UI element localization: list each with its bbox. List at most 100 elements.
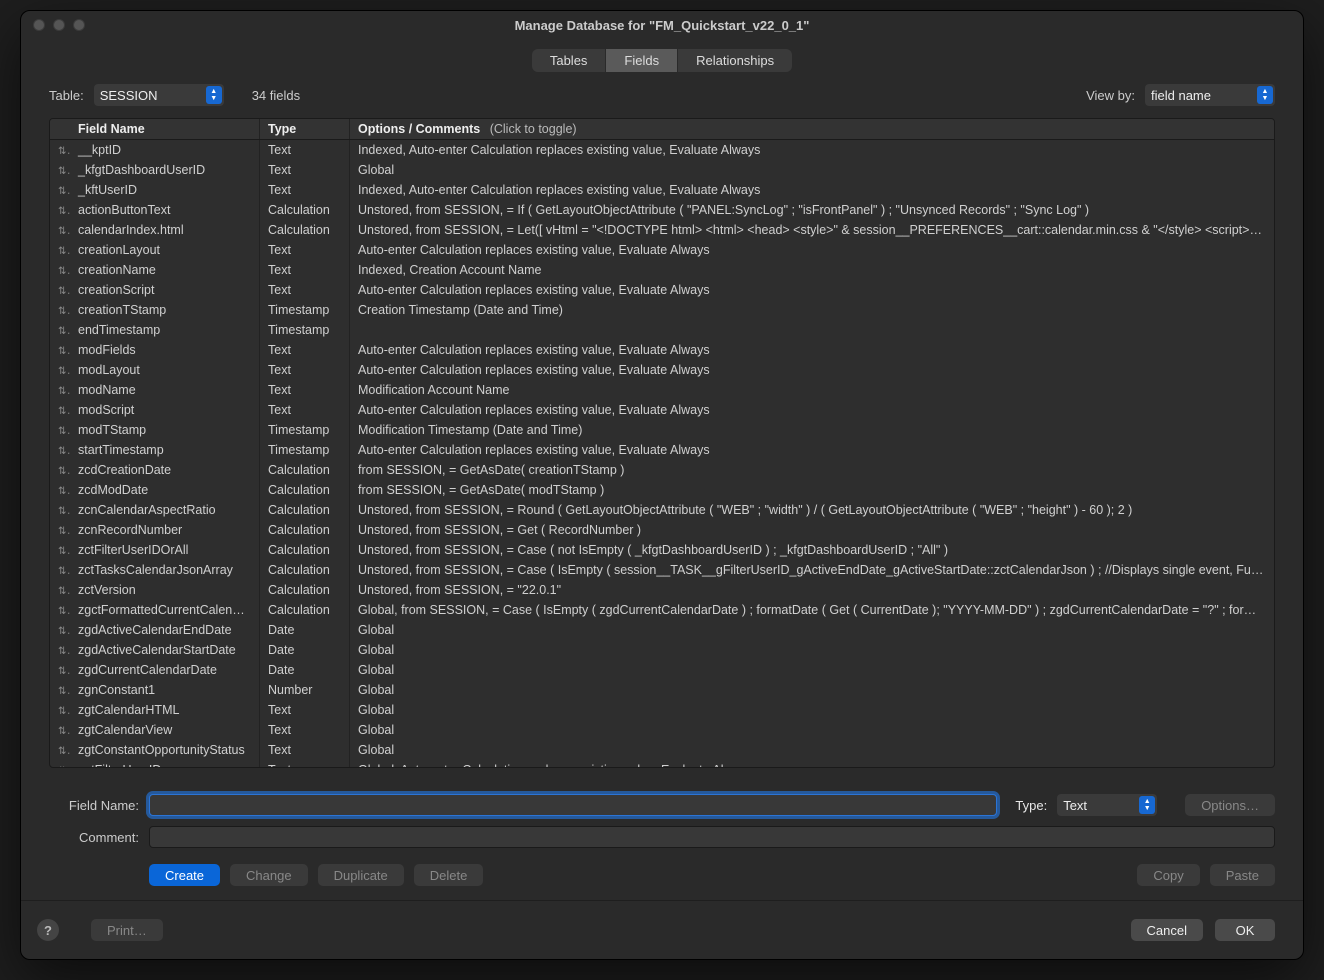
table-row[interactable]: ⇅creationNameTextIndexed, Creation Accou… bbox=[50, 260, 1274, 280]
table-row[interactable]: ⇅creationScriptTextAuto-enter Calculatio… bbox=[50, 280, 1274, 300]
field-type-cell: Text bbox=[260, 140, 350, 160]
table-row[interactable]: ⇅zgnConstant1NumberGlobal bbox=[50, 680, 1274, 700]
create-button[interactable]: Create bbox=[149, 864, 220, 886]
drag-handle-icon[interactable]: ⇅ bbox=[50, 260, 70, 280]
table-row[interactable]: ⇅zgtCalendarViewTextGlobal bbox=[50, 720, 1274, 740]
field-type-cell: Text bbox=[260, 400, 350, 420]
drag-handle-icon[interactable]: ⇅ bbox=[50, 320, 70, 340]
table-row[interactable]: ⇅zctFilterUserIDOrAllCalculationUnstored… bbox=[50, 540, 1274, 560]
ok-button[interactable]: OK bbox=[1215, 919, 1275, 941]
drag-handle-icon[interactable]: ⇅ bbox=[50, 520, 70, 540]
table-row[interactable]: ⇅actionButtonTextCalculationUnstored, fr… bbox=[50, 200, 1274, 220]
drag-handle-icon[interactable]: ⇅ bbox=[50, 300, 70, 320]
table-row[interactable]: ⇅zgctFormattedCurrentCalendar…Calculatio… bbox=[50, 600, 1274, 620]
paste-button[interactable]: Paste bbox=[1210, 864, 1275, 886]
table-row[interactable]: ⇅zcnRecordNumberCalculationUnstored, fro… bbox=[50, 520, 1274, 540]
table-row[interactable]: ⇅modFieldsTextAuto-enter Calculation rep… bbox=[50, 340, 1274, 360]
field-type-cell: Text bbox=[260, 360, 350, 380]
table-row[interactable]: ⇅modScriptTextAuto-enter Calculation rep… bbox=[50, 400, 1274, 420]
drag-handle-icon[interactable]: ⇅ bbox=[50, 760, 70, 767]
field-name-input[interactable] bbox=[149, 794, 997, 816]
field-type-cell: Text bbox=[260, 260, 350, 280]
column-header-name[interactable]: Field Name bbox=[70, 119, 260, 139]
table-row[interactable]: ⇅_kfgtDashboardUserIDTextGlobal bbox=[50, 160, 1274, 180]
drag-handle-icon[interactable]: ⇅ bbox=[50, 660, 70, 680]
table-row[interactable]: ⇅zctTasksCalendarJsonArrayCalculationUns… bbox=[50, 560, 1274, 580]
action-button-row: Create Change Duplicate Delete Copy Past… bbox=[21, 858, 1303, 892]
drag-handle-icon[interactable]: ⇅ bbox=[50, 220, 70, 240]
table-row[interactable]: ⇅modNameTextModification Account Name bbox=[50, 380, 1274, 400]
drag-handle-icon[interactable]: ⇅ bbox=[50, 480, 70, 500]
tab-tables[interactable]: Tables bbox=[532, 49, 607, 72]
comment-input[interactable] bbox=[149, 826, 1275, 848]
table-row[interactable]: ⇅zcdModDateCalculationfrom SESSION, = Ge… bbox=[50, 480, 1274, 500]
table-row[interactable]: ⇅zctVersionCalculationUnstored, from SES… bbox=[50, 580, 1274, 600]
table-select[interactable]: SESSION ▲▼ bbox=[94, 84, 224, 106]
column-header-type[interactable]: Type bbox=[260, 119, 350, 139]
field-options-cell: Global, from SESSION, = Case ( IsEmpty (… bbox=[350, 600, 1274, 620]
view-by-select[interactable]: field name ▲▼ bbox=[1145, 84, 1275, 106]
print-button[interactable]: Print… bbox=[91, 919, 163, 941]
type-select[interactable]: Text ▲▼ bbox=[1057, 794, 1157, 816]
drag-handle-icon[interactable]: ⇅ bbox=[50, 740, 70, 760]
copy-button[interactable]: Copy bbox=[1137, 864, 1199, 886]
drag-handle-icon[interactable]: ⇅ bbox=[50, 420, 70, 440]
table-row[interactable]: ⇅modLayoutTextAuto-enter Calculation rep… bbox=[50, 360, 1274, 380]
drag-handle-icon[interactable]: ⇅ bbox=[50, 640, 70, 660]
table-row[interactable]: ⇅startTimestampTimestampAuto-enter Calcu… bbox=[50, 440, 1274, 460]
drag-handle-icon[interactable]: ⇅ bbox=[50, 440, 70, 460]
drag-handle-icon[interactable]: ⇅ bbox=[50, 280, 70, 300]
field-options-cell: Auto-enter Calculation replaces existing… bbox=[350, 340, 1274, 360]
table-row[interactable]: ⇅_kftUserIDTextIndexed, Auto-enter Calcu… bbox=[50, 180, 1274, 200]
change-button[interactable]: Change bbox=[230, 864, 308, 886]
cancel-button[interactable]: Cancel bbox=[1131, 919, 1203, 941]
drag-handle-icon[interactable]: ⇅ bbox=[50, 360, 70, 380]
drag-handle-icon[interactable]: ⇅ bbox=[50, 680, 70, 700]
drag-handle-icon[interactable]: ⇅ bbox=[50, 240, 70, 260]
drag-handle-icon[interactable]: ⇅ bbox=[50, 380, 70, 400]
table-row[interactable]: ⇅zcnCalendarAspectRatioCalculationUnstor… bbox=[50, 500, 1274, 520]
field-name-cell: __kptID bbox=[70, 140, 260, 160]
table-row[interactable]: ⇅calendarIndex.htmlCalculationUnstored, … bbox=[50, 220, 1274, 240]
drag-handle-icon[interactable]: ⇅ bbox=[50, 600, 70, 620]
table-row[interactable]: ⇅zgdCurrentCalendarDateDateGlobal bbox=[50, 660, 1274, 680]
drag-handle-icon[interactable]: ⇅ bbox=[50, 200, 70, 220]
field-options-cell: Global, Auto-enter Calculation replaces … bbox=[350, 760, 1274, 767]
delete-button[interactable]: Delete bbox=[414, 864, 484, 886]
drag-handle-icon[interactable]: ⇅ bbox=[50, 400, 70, 420]
table-row[interactable]: ⇅zcdCreationDateCalculationfrom SESSION,… bbox=[50, 460, 1274, 480]
drag-handle-icon[interactable]: ⇅ bbox=[50, 580, 70, 600]
drag-handle-icon[interactable]: ⇅ bbox=[50, 140, 70, 160]
table-row[interactable]: ⇅creationTStampTimestampCreation Timesta… bbox=[50, 300, 1274, 320]
drag-handle-icon[interactable]: ⇅ bbox=[50, 720, 70, 740]
drag-handle-icon[interactable]: ⇅ bbox=[50, 180, 70, 200]
help-icon[interactable]: ? bbox=[37, 919, 59, 941]
field-type-cell: Calculation bbox=[260, 580, 350, 600]
tab-fields[interactable]: Fields bbox=[606, 49, 678, 72]
table-row[interactable]: ⇅zgtCalendarHTMLTextGlobal bbox=[50, 700, 1274, 720]
table-row[interactable]: ⇅__kptIDTextIndexed, Auto-enter Calculat… bbox=[50, 140, 1274, 160]
drag-handle-icon[interactable]: ⇅ bbox=[50, 460, 70, 480]
table-row[interactable]: ⇅zgtConstantOpportunityStatusTextGlobal bbox=[50, 740, 1274, 760]
drag-handle-icon[interactable]: ⇅ bbox=[50, 500, 70, 520]
duplicate-button[interactable]: Duplicate bbox=[318, 864, 404, 886]
field-name-cell: zcdCreationDate bbox=[70, 460, 260, 480]
table-row[interactable]: ⇅endTimestampTimestamp bbox=[50, 320, 1274, 340]
drag-handle-icon[interactable]: ⇅ bbox=[50, 700, 70, 720]
table-row[interactable]: ⇅zgtFilterUserIDTextGlobal, Auto-enter C… bbox=[50, 760, 1274, 767]
drag-handle-icon[interactable]: ⇅ bbox=[50, 160, 70, 180]
field-type-cell: Calculation bbox=[260, 540, 350, 560]
drag-handle-icon[interactable]: ⇅ bbox=[50, 620, 70, 640]
field-name-cell: creationTStamp bbox=[70, 300, 260, 320]
table-row[interactable]: ⇅zgdActiveCalendarEndDateDateGlobal bbox=[50, 620, 1274, 640]
drag-handle-icon[interactable]: ⇅ bbox=[50, 540, 70, 560]
drag-handle-icon[interactable]: ⇅ bbox=[50, 560, 70, 580]
table-row[interactable]: ⇅creationLayoutTextAuto-enter Calculatio… bbox=[50, 240, 1274, 260]
tab-relationships[interactable]: Relationships bbox=[678, 49, 792, 72]
drag-handle-icon[interactable]: ⇅ bbox=[50, 340, 70, 360]
field-name-cell: zgnConstant1 bbox=[70, 680, 260, 700]
options-button[interactable]: Options… bbox=[1185, 794, 1275, 816]
column-header-options[interactable]: Options / Comments (Click to toggle) bbox=[350, 119, 1274, 139]
table-row[interactable]: ⇅modTStampTimestampModification Timestam… bbox=[50, 420, 1274, 440]
table-row[interactable]: ⇅zgdActiveCalendarStartDateDateGlobal bbox=[50, 640, 1274, 660]
